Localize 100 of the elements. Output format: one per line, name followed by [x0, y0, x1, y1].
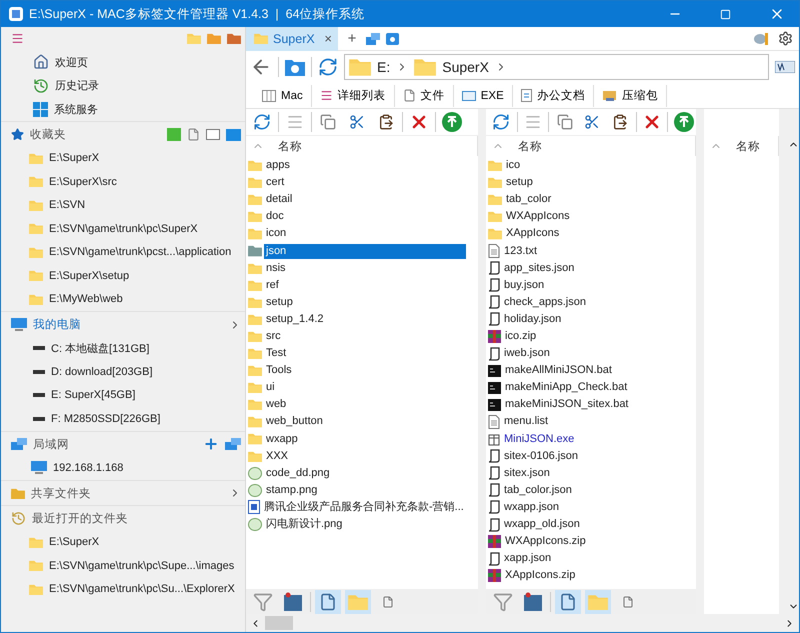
drive-icon [33, 416, 45, 421]
file-name[interactable]: setup [504, 175, 535, 190]
file-name[interactable]: check_apps.json [502, 294, 588, 310]
file-name[interactable]: WXAppIcons.zip [503, 534, 588, 550]
scroll-thumb[interactable] [265, 616, 293, 630]
file-name[interactable]: nsis [264, 260, 288, 276]
recent-folder[interactable]: E:\SVN\game\trunk\pc\Su...\ExplorerX [49, 583, 235, 596]
file-name[interactable]: Test [264, 346, 288, 362]
file-name[interactable]: makeMiniApp_Check.bat [503, 380, 630, 396]
file-name[interactable]: MiniJSON.exe [502, 432, 576, 447]
add-icon[interactable] [203, 436, 219, 452]
folder-icon [248, 296, 262, 308]
file-name[interactable]: buy.json [502, 278, 546, 293]
favorite-folder[interactable]: E:\SuperX\src [49, 176, 117, 188]
favorite-folder[interactable]: E:\SVN\game\trunk\pc\SuperX [49, 222, 198, 235]
new-tab-button[interactable]: + [338, 30, 366, 47]
file-name[interactable]: xapp.json [502, 551, 554, 566]
filter-button[interactable]: 办公文档 [512, 84, 594, 106]
drive-item[interactable]: F: M2850SSD[226GB] [51, 412, 160, 425]
network-icon[interactable] [225, 438, 241, 451]
file-name[interactable]: makeMiniJSON_sitex.bat [503, 397, 630, 412]
up-button[interactable] [671, 110, 696, 134]
file-name[interactable]: setup_1.4.2 [264, 312, 326, 327]
sidebar-item[interactable]: 系统服务 [54, 102, 98, 117]
file-name[interactable]: XXX [264, 448, 290, 464]
file-name[interactable]: sitex-0106.json [502, 448, 580, 464]
file-name[interactable]: icon [264, 226, 288, 242]
favorite-folder[interactable]: E:\SuperX [49, 152, 100, 164]
window-icon[interactable] [206, 129, 220, 140]
file-name[interactable]: web [264, 397, 288, 412]
file-name[interactable]: sitex.json [502, 466, 552, 481]
menu-icon[interactable] [11, 32, 24, 46]
section-title[interactable]: 共享文件夹 [31, 486, 223, 501]
drive-item[interactable]: C: 本地磁盘[131GB] [51, 340, 150, 356]
filter-button[interactable]: 详细列表 [312, 84, 395, 106]
network-host[interactable]: 192.168.1.168 [53, 462, 124, 474]
filter-button[interactable]: 文件 [394, 84, 454, 106]
drive-item[interactable]: E: SuperX[45GB] [51, 389, 136, 402]
file-name[interactable]: apps [264, 158, 292, 174]
column-header[interactable]: 名称 [486, 136, 696, 156]
file-name[interactable]: detail [264, 192, 294, 208]
column-header[interactable]: 名称 [704, 136, 779, 156]
favorite-folder[interactable]: E:\SVN [49, 199, 86, 212]
file-name[interactable]: holiday.json [502, 312, 564, 327]
file-name[interactable]: tab_color [504, 192, 554, 208]
file-name[interactable]: makeAllMiniJSON.bat [503, 363, 614, 378]
file-name[interactable]: iweb.json [502, 346, 552, 362]
file-name[interactable]: wxapp.json [502, 500, 562, 515]
file-name[interactable]: ico [504, 158, 522, 174]
file-name[interactable]: menu.list [502, 414, 550, 430]
file-name[interactable]: ui [264, 380, 277, 396]
file-name[interactable]: XAppIcons [504, 226, 562, 242]
drive-item[interactable]: D: download[203GB] [51, 366, 153, 378]
file-name[interactable]: json [264, 244, 466, 259]
arrow-up-icon [442, 112, 462, 132]
filter-button[interactable]: EXE [454, 84, 513, 106]
file-name[interactable]: 123.txt [502, 244, 540, 259]
folder-icon [187, 33, 201, 44]
sidebar-item[interactable]: 欢迎页 [55, 54, 88, 70]
file-name[interactable]: cert [264, 175, 286, 190]
file-name[interactable]: ico.zip [503, 328, 538, 344]
filter-button[interactable]: Mac [254, 84, 312, 106]
file-name[interactable]: XAppIcons.zip [503, 568, 578, 584]
favorite-folder[interactable]: E:\SVN\game\trunk\pcst...\application [49, 246, 232, 258]
refresh-icon[interactable] [318, 57, 338, 77]
file-icon[interactable] [187, 128, 200, 142]
address-field[interactable]: E: SuperX [344, 54, 769, 80]
section-title[interactable]: 我的电脑 [33, 317, 223, 332]
recent-folder[interactable]: E:\SuperX [49, 536, 100, 548]
view-toggle[interactable] [555, 590, 581, 614]
filter-button[interactable]: 压缩包 [594, 84, 667, 106]
file-name[interactable]: app_sites.json [502, 260, 576, 276]
file-name[interactable]: code_dd.png [264, 466, 332, 481]
file-name[interactable]: wxapp_old.json [502, 517, 582, 532]
network-icon[interactable] [366, 32, 380, 44]
file-name[interactable]: doc [264, 209, 286, 224]
view-toggle[interactable] [315, 590, 341, 614]
document-icon [319, 592, 337, 610]
favorite-folder[interactable]: E:\MyWeb\web [49, 293, 123, 306]
file-name[interactable]: src [264, 328, 283, 344]
file-name[interactable]: 闪电新设计.png [264, 517, 344, 532]
file-name[interactable]: WXAppIcons [504, 209, 572, 224]
file-name[interactable]: stamp.png [264, 482, 320, 498]
file-name[interactable]: wxapp [264, 432, 300, 447]
monitor-icon[interactable] [226, 128, 241, 141]
recent-folder[interactable]: E:\SVN\game\trunk\pc\Supe...\images [49, 560, 234, 572]
file-name[interactable]: Tools [264, 363, 294, 378]
up-button[interactable] [439, 110, 465, 134]
file-name[interactable]: setup [264, 294, 295, 310]
settings-icon[interactable] [778, 31, 793, 46]
file-name[interactable]: web_button [264, 414, 325, 430]
tab[interactable]: SuperX × [246, 26, 338, 50]
sidebar-item[interactable]: 历史记录 [55, 78, 99, 94]
file-name[interactable]: ref [264, 278, 281, 293]
column-header[interactable]: 名称 [246, 136, 478, 156]
file-name[interactable]: tab_color.json [502, 482, 574, 498]
view-toggle[interactable] [585, 590, 611, 614]
favorite-folder[interactable]: E:\SuperX\setup [49, 270, 130, 282]
view-toggle[interactable] [345, 590, 371, 614]
file-name[interactable]: 腾讯企业级产品服务合同补充条款-营销... [262, 500, 466, 515]
